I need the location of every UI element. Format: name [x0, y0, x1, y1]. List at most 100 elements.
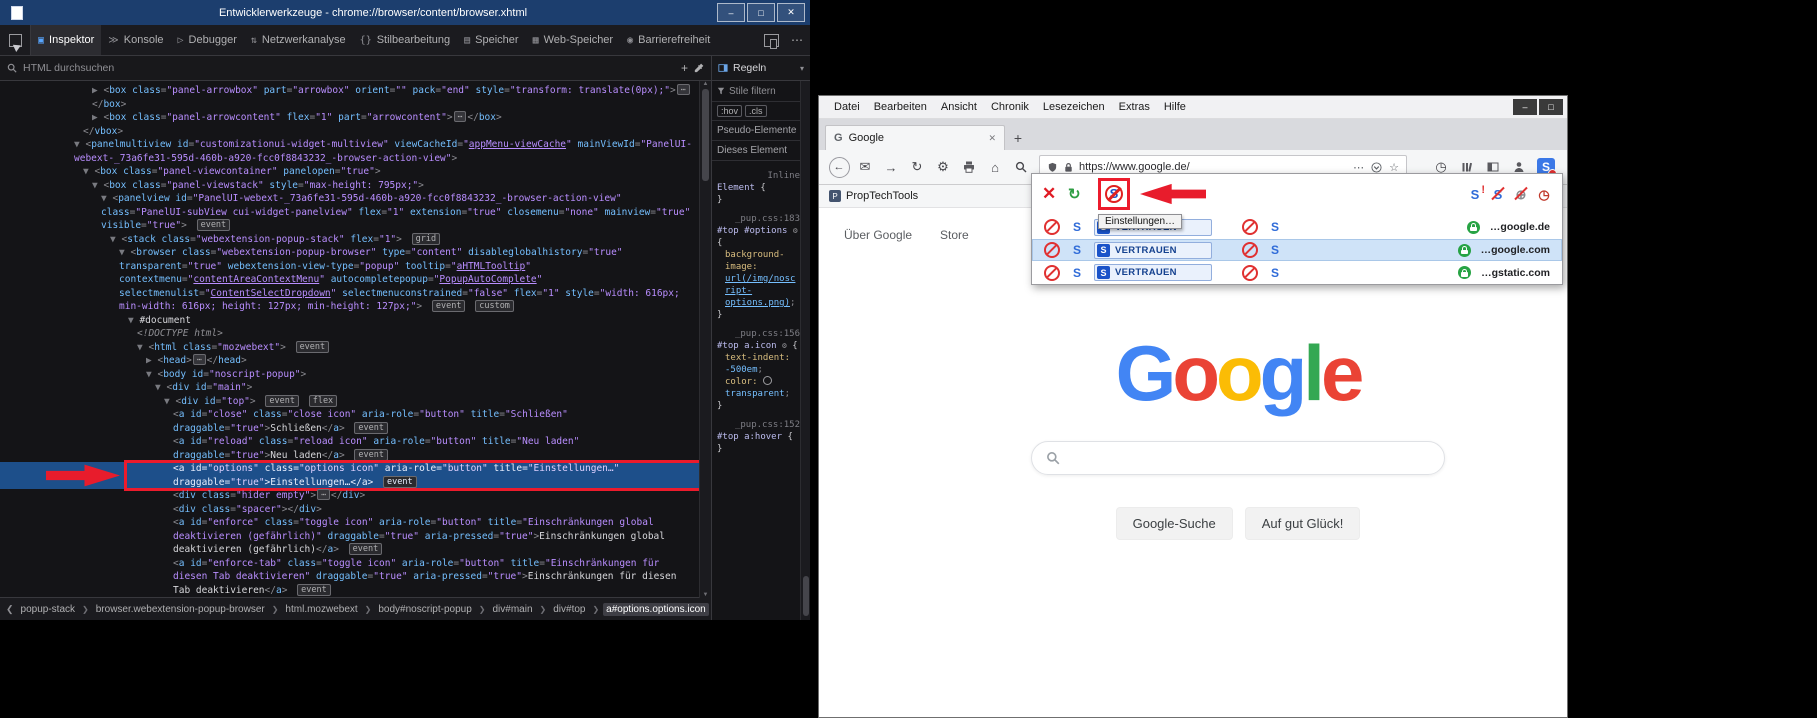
browser-tab[interactable]: G Google ✕	[825, 125, 1005, 150]
scrollbar-thumb[interactable]	[803, 576, 809, 616]
menu-chronik[interactable]: Chronik	[984, 101, 1036, 113]
markup-scrollbar[interactable]: ▲ ▼	[699, 81, 711, 598]
menu-hilfe[interactable]: Hilfe	[1157, 101, 1193, 113]
rule-source[interactable]: _pup.css:156	[717, 328, 800, 340]
maximize-button[interactable]: □	[747, 3, 775, 22]
bookmark-item[interactable]: PropTechTools	[846, 190, 918, 202]
rule-selector[interactable]: #top a.icon ⚙ {	[717, 340, 800, 352]
markup-line[interactable]: <div class="hider empty">⋯</div>	[0, 489, 711, 503]
rules-scrollbar[interactable]	[800, 81, 810, 620]
preset-untrusted-icon[interactable]: S	[1490, 186, 1506, 202]
eyedropper-icon[interactable]	[694, 63, 704, 73]
rule-selector[interactable]: Element {	[717, 182, 800, 194]
markup-line[interactable]: ▼ <div id="main">	[0, 381, 711, 395]
script-icon[interactable]: S	[1268, 243, 1282, 257]
scrollbar-thumb[interactable]	[702, 89, 709, 181]
bookmark-star-icon[interactable]: ☆	[1389, 161, 1399, 174]
breadcrumb-item[interactable]: div#main	[489, 603, 535, 616]
event-badge[interactable]: event	[296, 341, 330, 353]
markup-line[interactable]: ▼ <div id="top"> event flex	[0, 395, 711, 409]
preset-default-icon[interactable]: S!	[1467, 186, 1483, 202]
breadcrumb-item[interactable]: browser.webextension-popup-browser	[93, 603, 268, 616]
markup-line[interactable]: ▶ <box class="panel-arrowcontent" flex="…	[0, 111, 711, 125]
google-button[interactable]: Auf gut Glück!	[1245, 507, 1361, 540]
tab-konsole[interactable]: ≫Konsole	[101, 25, 170, 55]
twisty-icon[interactable]: ▼	[119, 247, 125, 258]
markup-line[interactable]: ▼ <box class="panel-viewcontainer" panel…	[0, 165, 711, 179]
tab-barrierefreiheit[interactable]: ◉Barrierefreiheit	[620, 25, 717, 55]
tab-netzwerkanalyse[interactable]: ⇅Netzwerkanalyse	[244, 25, 353, 55]
page-link[interactable]: Über Google	[844, 228, 912, 242]
event-badge[interactable]: event	[265, 395, 299, 407]
markup-line-selected[interactable]: <a id="options" class="options icon" ari…	[0, 462, 711, 489]
devtools-menu-button[interactable]: ⋯	[784, 25, 810, 55]
reload-button[interactable]: ↻	[905, 155, 929, 179]
ellipsis-expander[interactable]: ⋯	[193, 354, 206, 365]
section-dieses element[interactable]: Dieses Element	[712, 141, 810, 161]
breadcrumb-item[interactable]: popup-stack	[18, 603, 78, 616]
markup-line[interactable]: ▼ #document	[0, 314, 711, 328]
page-actions-icon[interactable]: ⋯	[1353, 161, 1364, 174]
section-pseudo-elemente[interactable]: Pseudo-Elemente	[712, 121, 810, 141]
html-search-bar[interactable]: HTML durchsuchen +	[0, 56, 712, 80]
twisty-icon[interactable]: ▼	[164, 396, 170, 407]
crumbs-scroll-left-icon[interactable]: ❮	[6, 604, 14, 615]
markup-line[interactable]: <!DOCTYPE html>	[0, 327, 711, 341]
mail-button[interactable]: ✉	[853, 155, 877, 179]
gear-icon[interactable]: ⚙	[793, 226, 798, 235]
maximize-button[interactable]: □	[1539, 99, 1563, 115]
css-declaration[interactable]: color: transparent;	[717, 376, 800, 400]
noscript-site-row[interactable]: SSVERTRAUENS…google.com	[1032, 239, 1562, 262]
pick-element-button[interactable]	[0, 25, 31, 55]
block-icon[interactable]	[1044, 242, 1060, 258]
tab-speicher[interactable]: ▤Speicher	[457, 25, 525, 55]
markup-line[interactable]: ▼ <box class="panel-viewstack" style="ma…	[0, 179, 711, 193]
twisty-icon[interactable]: ▼	[101, 193, 107, 204]
event-badge[interactable]: event	[297, 584, 331, 596]
rule-source[interactable]: Inline	[717, 170, 800, 182]
add-node-button[interactable]: +	[681, 61, 688, 75]
menu-bearbeiten[interactable]: Bearbeiten	[867, 101, 934, 113]
markup-line[interactable]: ▼ <panelview id="PanelUI-webext-_73a6fe3…	[0, 192, 711, 233]
ellipsis-expander[interactable]: ⋯	[677, 84, 690, 95]
event-badge[interactable]: event	[432, 300, 466, 312]
script-icon[interactable]: S	[1268, 266, 1282, 280]
css-declaration[interactable]: text-indent: -500em;	[717, 352, 800, 376]
ellipsis-expander[interactable]: ⋯	[454, 111, 467, 122]
twisty-icon[interactable]: ▼	[110, 234, 116, 245]
home-button[interactable]: ⌂	[983, 155, 1007, 179]
twisty-icon[interactable]: ▼	[146, 369, 152, 380]
scroll-up-icon[interactable]: ▲	[703, 81, 709, 87]
gear-icon[interactable]: ⚙	[782, 341, 787, 350]
forward-button[interactable]: →	[879, 155, 903, 179]
custom-badge[interactable]: custom	[475, 300, 514, 312]
preset-temp-icon[interactable]: ◷	[1536, 186, 1552, 202]
search-button[interactable]	[1009, 155, 1033, 179]
grid-badge[interactable]: grid	[412, 233, 440, 245]
script-icon[interactable]: S	[1070, 243, 1084, 257]
script-icon[interactable]: S	[1070, 266, 1084, 280]
popup-options-button[interactable]: S	[1098, 178, 1130, 210]
markup-line[interactable]: ▶ <head>⋯</head>	[0, 354, 711, 368]
markup-line[interactable]: ▼ <body id="noscript-popup">	[0, 368, 711, 382]
markup-line[interactable]: ▼ <browser class="webextension-popup-bro…	[0, 246, 711, 314]
style-filter-input[interactable]: Stile filtern	[712, 81, 810, 102]
script-icon[interactable]: S	[1070, 220, 1084, 234]
block-icon[interactable]	[1242, 219, 1258, 235]
block-icon[interactable]	[1044, 219, 1060, 235]
scroll-down-icon[interactable]: ▼	[703, 592, 709, 598]
minimize-button[interactable]: –	[717, 3, 745, 22]
print-button[interactable]	[957, 155, 981, 179]
color-swatch[interactable]	[763, 376, 772, 385]
popup-reload-button[interactable]: ↻	[1068, 185, 1090, 203]
close-button[interactable]: ✕	[777, 3, 805, 22]
breadcrumb-item[interactable]: body#noscript-popup	[375, 603, 474, 616]
toggle-cls[interactable]: .cls	[745, 105, 767, 117]
noscript-site-row[interactable]: SSVERTRAUENS…gstatic.com	[1032, 261, 1562, 284]
tab-inspektor[interactable]: ▣Inspektor	[31, 25, 101, 55]
lock-icon[interactable]	[1063, 162, 1074, 173]
block-icon[interactable]	[1044, 265, 1060, 281]
rule-source[interactable]: _pup.css:183	[717, 213, 800, 225]
script-icon[interactable]: S	[1268, 220, 1282, 234]
sidebar-header[interactable]: Regeln ▾	[712, 56, 810, 80]
